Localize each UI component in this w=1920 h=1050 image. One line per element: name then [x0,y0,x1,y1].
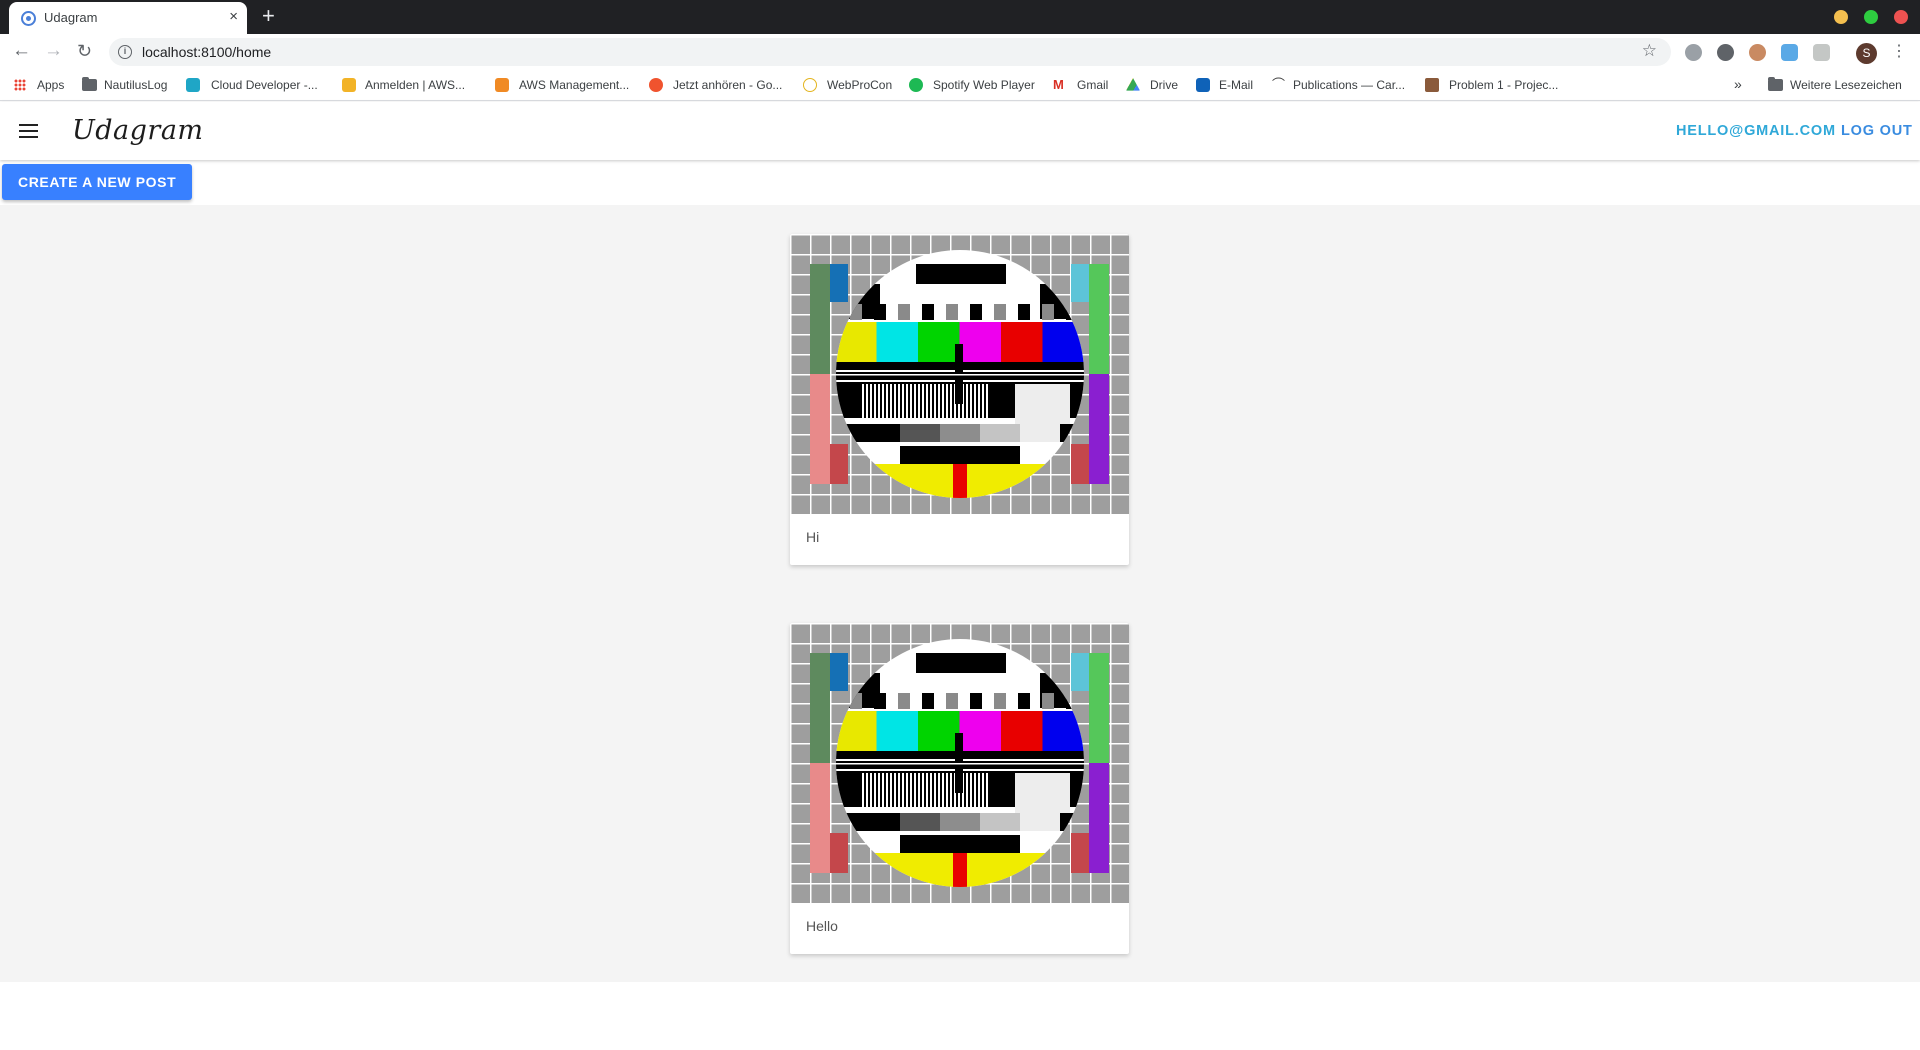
extension-check-icon[interactable] [1781,44,1798,61]
gmail-icon: M [1053,77,1064,92]
udacity-icon [186,78,200,92]
reload-icon[interactable]: ↻ [77,41,92,61]
bookmarks-bar: Apps NautilusLog Cloud Developer -... An… [0,69,1920,101]
bookmark-apps[interactable]: Apps [37,78,64,92]
drive-icon [1126,78,1140,91]
feed-content: CREATE A NEW POST Hi Hello [0,160,1920,982]
browser-tabstrip: Udagram × + [0,0,1920,34]
folder-icon [82,77,97,91]
profile-avatar[interactable]: S [1856,43,1877,64]
aws-box-icon [342,78,356,92]
forward-arrow-icon[interactable]: → [44,41,63,61]
site-info-icon[interactable]: i [118,45,132,59]
bookmark-star-icon[interactable]: ☆ [1642,41,1657,61]
feed-card: Hi [790,234,1129,565]
post-caption: Hi [806,529,820,545]
close-window-icon[interactable] [1894,10,1908,24]
bookmark-gmail[interactable]: Gmail [1077,78,1108,92]
aws-cube-icon [495,78,509,92]
user-email-link[interactable]: HELLO@GMAIL.COM [1676,123,1836,139]
new-tab-button[interactable]: + [262,4,275,28]
bookmark-nautiluslog[interactable]: NautilusLog [104,78,167,92]
post-caption: Hello [806,918,838,934]
minimize-window-icon[interactable] [1834,10,1848,24]
udagram-favicon-icon [21,11,36,26]
post-image [790,234,1129,514]
feed-card: Hello [790,623,1129,954]
pe-icon [1425,78,1439,92]
adblock-extension-icon[interactable] [1685,44,1702,61]
maximize-window-icon[interactable] [1864,10,1878,24]
bookmark-spotify[interactable]: Spotify Web Player [933,78,1035,92]
post-image [790,623,1129,903]
more-bookmarks-icon[interactable]: » [1734,76,1742,92]
extension-face-icon[interactable] [1749,44,1766,61]
bookmark-problem-1[interactable]: Problem 1 - Projec... [1449,78,1558,92]
create-post-button[interactable]: CREATE A NEW POST [2,164,193,200]
bookmark-publications[interactable]: Publications — Car... [1293,78,1405,92]
browser-tab-udagram[interactable]: Udagram × [9,2,247,34]
bookmark-anmelden-aws[interactable]: Anmelden | AWS... [365,78,465,92]
page-footer-space [0,982,1920,1050]
tab-close-icon[interactable]: × [229,8,238,26]
action-bar: CREATE A NEW POST [0,160,1920,205]
back-arrow-icon[interactable]: ← [12,41,31,61]
extension-shield-icon[interactable] [1717,44,1734,61]
bookmark-jetzt-anhoeren[interactable]: Jetzt anhören - Go... [673,78,782,92]
publications-icon: ⌒ [1272,77,1286,92]
bookmark-drive[interactable]: Drive [1150,78,1178,92]
app-header: Udagram HELLO@GMAIL.COM LOG OUT [0,102,1920,160]
other-bookmarks-folder-icon [1768,77,1783,91]
browser-menu-icon[interactable]: ⋮ [1891,42,1907,62]
outlook-icon [1196,78,1210,92]
hamburger-menu-icon[interactable] [19,124,38,138]
podcast-icon [649,78,663,92]
extension-puzzle-icon[interactable] [1813,44,1830,61]
url-text[interactable]: localhost:8100/home [142,44,271,60]
bookmark-email[interactable]: E-Mail [1219,78,1253,92]
bookmark-weitere-lesezeichen[interactable]: Weitere Lesezeichen [1790,78,1902,92]
bookmark-cloud-developer[interactable]: Cloud Developer -... [211,78,318,92]
address-bar[interactable]: i localhost:8100/home ☆ [109,38,1671,66]
logout-button[interactable]: LOG OUT [1841,123,1913,139]
webprocon-icon [803,78,817,92]
bookmark-webprocon[interactable]: WebProCon [827,78,892,92]
browser-toolbar: ← → ↻ i localhost:8100/home ☆ S ⋮ [0,34,1920,69]
bookmark-aws-management[interactable]: AWS Management... [519,78,629,92]
apps-grid-icon [14,79,26,91]
app-title: Udagram [72,115,204,146]
tab-title: Udagram [44,10,98,25]
spotify-icon [909,78,923,92]
